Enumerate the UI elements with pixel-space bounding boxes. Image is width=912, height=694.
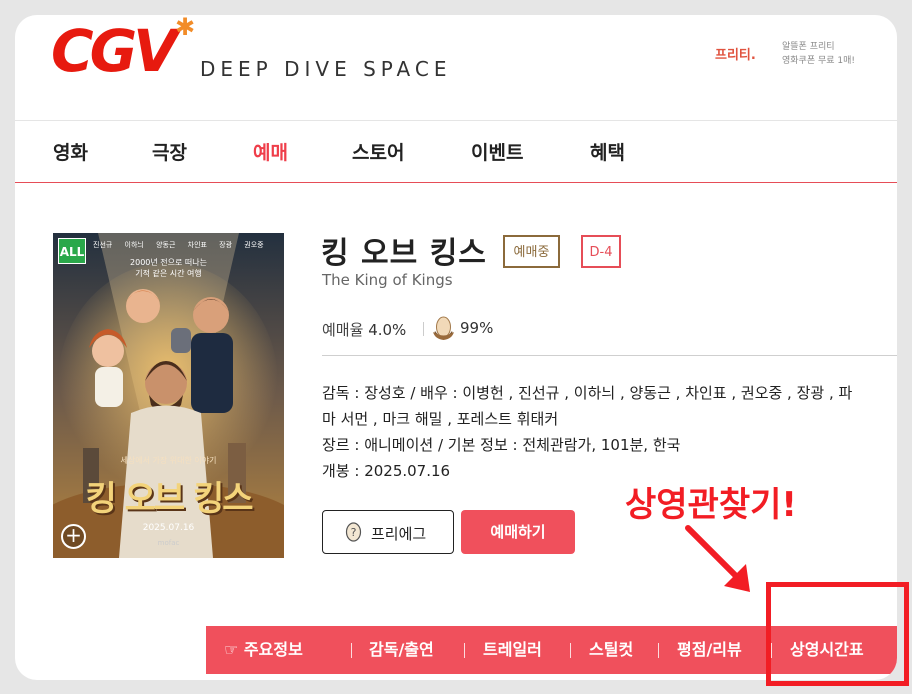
tagline: DEEP DIVE SPACE [200,57,452,81]
tab-trailer[interactable]: 트레일러 [483,626,542,674]
tab-reviews[interactable]: 평점/리뷰 [677,626,742,674]
page-card: CGV ✱ DEEP DIVE SPACE 프리티. 알뜰폰 프리티 영화쿠폰 … [15,15,897,680]
info-release: 개봉 : 2025.07.16 [322,462,451,480]
promo-logo[interactable]: 프리티. [715,44,756,63]
tab-separator [658,643,659,658]
nav-item-theaters[interactable]: 극장 [152,138,187,165]
nav-item-booking[interactable]: 예매 [253,138,288,165]
movie-poster[interactable]: ALL 진선규 이하늬 양동근 차인표 장광 권오중 2000년 전으로 떠나는… [53,233,284,558]
info-credits: 감독 : 장성호 / 배우 : 이병헌 , 진선규 , 이하늬 , 양동근 , … [322,384,853,402]
movie-title: 킹 오브 킹스 [321,236,487,271]
tab-cast[interactable]: 감독/출연 [369,626,434,674]
egg-rating: 99% [460,319,494,337]
poster-subtitle: 세상에서 가장 위대한 이야기 [120,456,217,465]
dday-badge: D-4 [581,235,621,268]
info-credits-cont: 마 서먼 , 마크 해밀 , 포레스트 휘태커 [322,410,559,428]
booking-rate: 예매율 4.0% [322,321,407,339]
promo-text[interactable]: 알뜰폰 프리티 영화쿠폰 무료 1매! [782,40,855,68]
poster-studio: mofac [157,539,180,547]
poster-title: 킹 오브 킹스 [85,479,253,519]
logo-star-icon: ✱ [175,15,196,41]
header-divider [15,120,897,121]
book-button[interactable]: 예매하기 [461,510,575,554]
nav-item-benefits[interactable]: 혜택 [590,138,625,165]
tab-separator [351,643,352,658]
nav-item-movies[interactable]: 영화 [53,138,88,165]
cgv-logo[interactable]: CGV [51,22,178,80]
status-badge: 예매중 [503,235,560,268]
english-title: The King of Kings [322,271,453,289]
poster-date: 2025.07.16 [142,523,195,533]
golden-egg-icon [433,316,454,340]
tab-separator [464,643,465,658]
poster-expand-plus-icon[interactable]: + [61,524,86,549]
nav-divider [15,182,897,183]
nav-item-events[interactable]: 이벤트 [471,138,523,165]
egg-question-icon: ? [345,522,362,542]
svg-text:?: ? [351,526,357,539]
nav-item-store[interactable]: 스토어 [352,138,404,165]
pre-egg-button[interactable]: ? 프리에그 [322,510,454,554]
pointing-hand-icon: ☞ [224,640,239,659]
movie-info: 감독 : 장성호 / 배우 : 이병헌 , 진선규 , 이하늬 , 양동근 , … [322,380,897,484]
poster-cast: 진선규 이하늬 양동근 차인표 장광 권오중 [93,241,264,249]
tab-separator [570,643,571,658]
annotation-text: 상영관찾기! [625,485,797,525]
poster-tagline: 2000년 전으로 떠나는 기적 같은 시간 여행 [130,258,207,278]
rate-separator [423,322,424,336]
info-genre: 장르 : 애니메이션 / 기본 정보 : 전체관람가, 101분, 한국 [322,436,681,454]
tab-main-info[interactable]: ☞ 주요정보 [224,626,303,674]
info-divider [322,355,897,356]
main-nav: 영화 극장 예매 스토어 이벤트 혜택 [15,135,897,175]
annotation-highlight-box [766,582,909,686]
annotation-arrow-icon [685,525,750,592]
tab-stills[interactable]: 스틸컷 [589,626,633,674]
